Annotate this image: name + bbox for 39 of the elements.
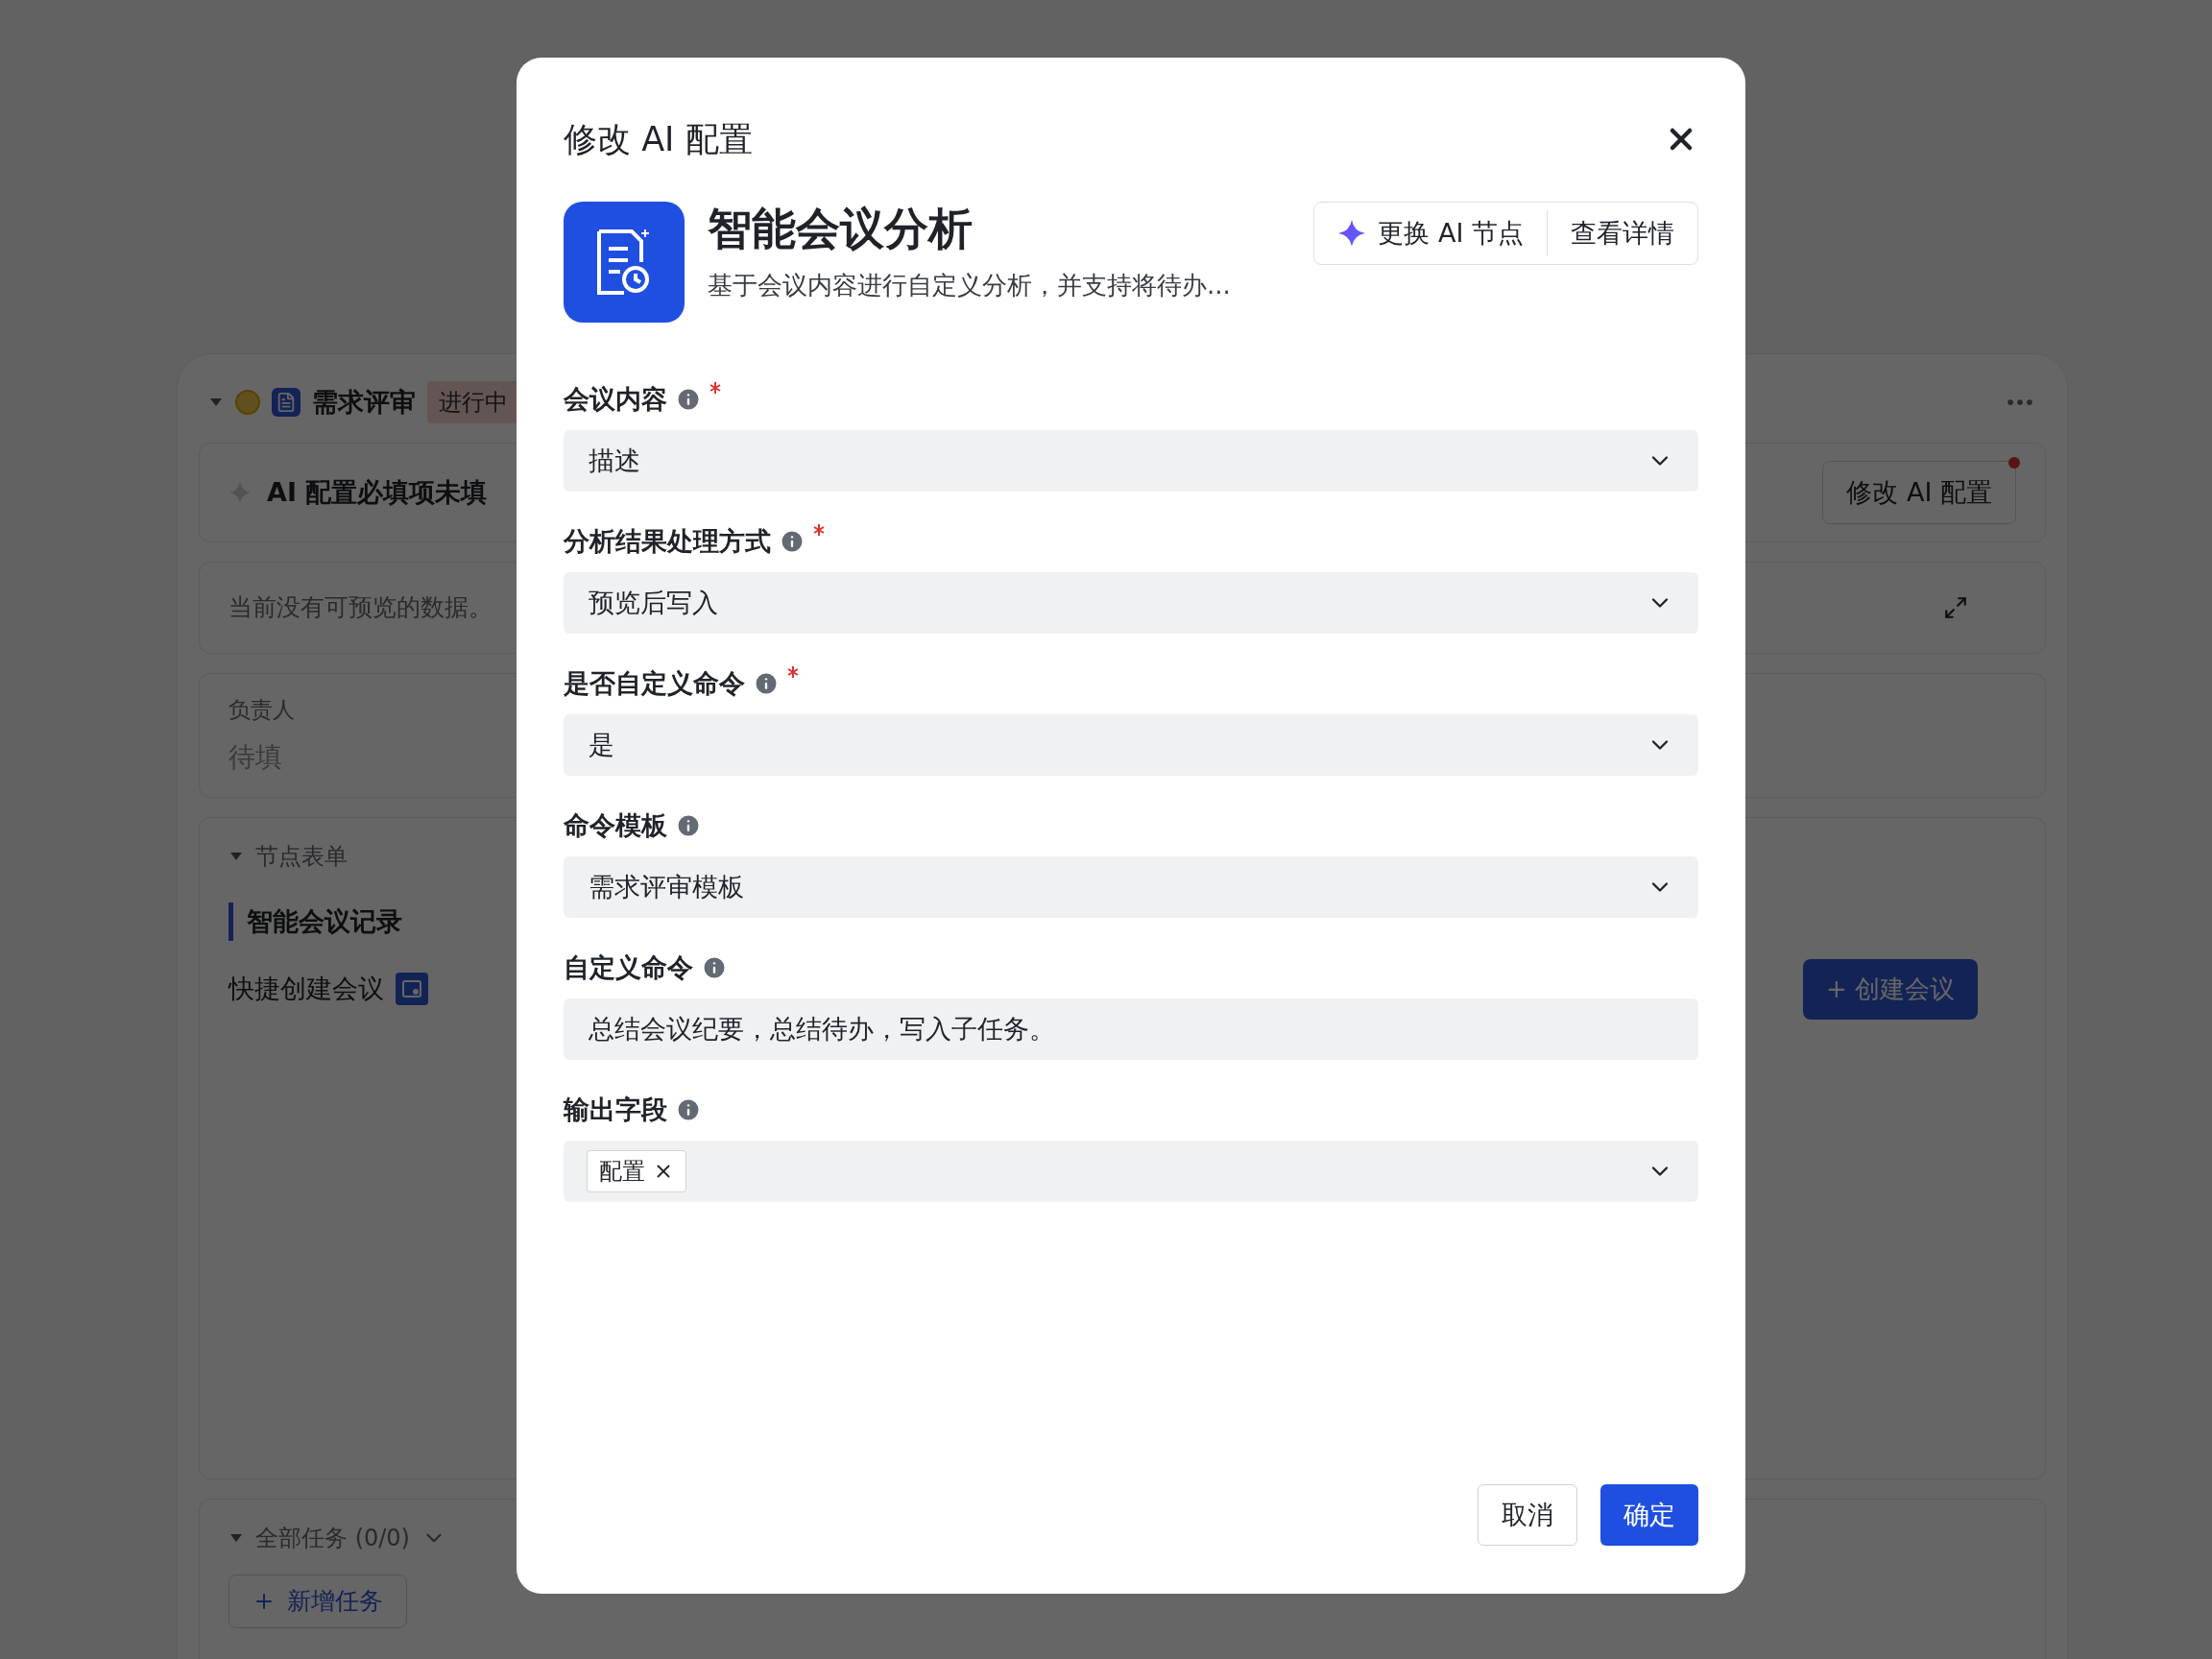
empty-text: 当前没有可预览的数据。: [228, 592, 493, 624]
section-caret-icon[interactable]: [228, 851, 244, 862]
confirm-button[interactable]: 确定: [1600, 1484, 1698, 1546]
field-label: 是否自定义命令: [564, 666, 745, 700]
select-field[interactable]: 需求评审模板: [564, 856, 1698, 918]
field-label: 输出字段: [564, 1093, 667, 1126]
info-icon[interactable]: [779, 528, 805, 555]
status-tag: 进行中: [427, 381, 519, 423]
collapse-caret-icon[interactable]: [208, 397, 224, 408]
info-icon[interactable]: [753, 670, 780, 697]
node-description: 基于会议内容进行自定义分析，并支持将待办...: [708, 269, 1232, 301]
select-field[interactable]: 预览后写入: [564, 572, 1698, 634]
select-field[interactable]: 描述: [564, 430, 1698, 492]
info-icon[interactable]: [675, 1096, 702, 1123]
dialog-title: 修改 AI 配置: [564, 118, 753, 160]
replace-node-button[interactable]: 更换 AI 节点: [1314, 210, 1547, 256]
expand-icon[interactable]: [1943, 595, 1968, 620]
document-icon: [272, 388, 301, 417]
tasks-title: 全部任务 (0/0): [255, 1524, 410, 1553]
select-field[interactable]: 是: [564, 714, 1698, 776]
tag-chip: 配置: [587, 1150, 686, 1192]
node-name: 智能会议分析: [708, 202, 974, 256]
info-icon[interactable]: [675, 812, 702, 839]
notice-text: AI 配置必填项未填: [267, 475, 488, 509]
cancel-button[interactable]: 取消: [1478, 1484, 1577, 1546]
field-label: 分析结果处理方式: [564, 524, 771, 558]
info-icon[interactable]: [675, 386, 702, 413]
field-label: 自定义命令: [564, 950, 693, 984]
input-field[interactable]: 总结会议纪要，总结待办，写入子任务。: [564, 998, 1698, 1060]
field-label: 会议内容: [564, 382, 667, 416]
info-icon[interactable]: [701, 954, 728, 981]
view-details-button[interactable]: 查看详情: [1547, 210, 1697, 256]
tasks-caret-icon[interactable]: [228, 1532, 244, 1544]
meeting-document-icon: [564, 202, 685, 323]
owner-label: 负责人: [228, 695, 296, 724]
node-title: 需求评审: [312, 385, 416, 419]
field-label: 命令模板: [564, 808, 667, 842]
multi-select-field[interactable]: 配置: [564, 1141, 1698, 1202]
section-title: 节点表单: [255, 842, 348, 872]
